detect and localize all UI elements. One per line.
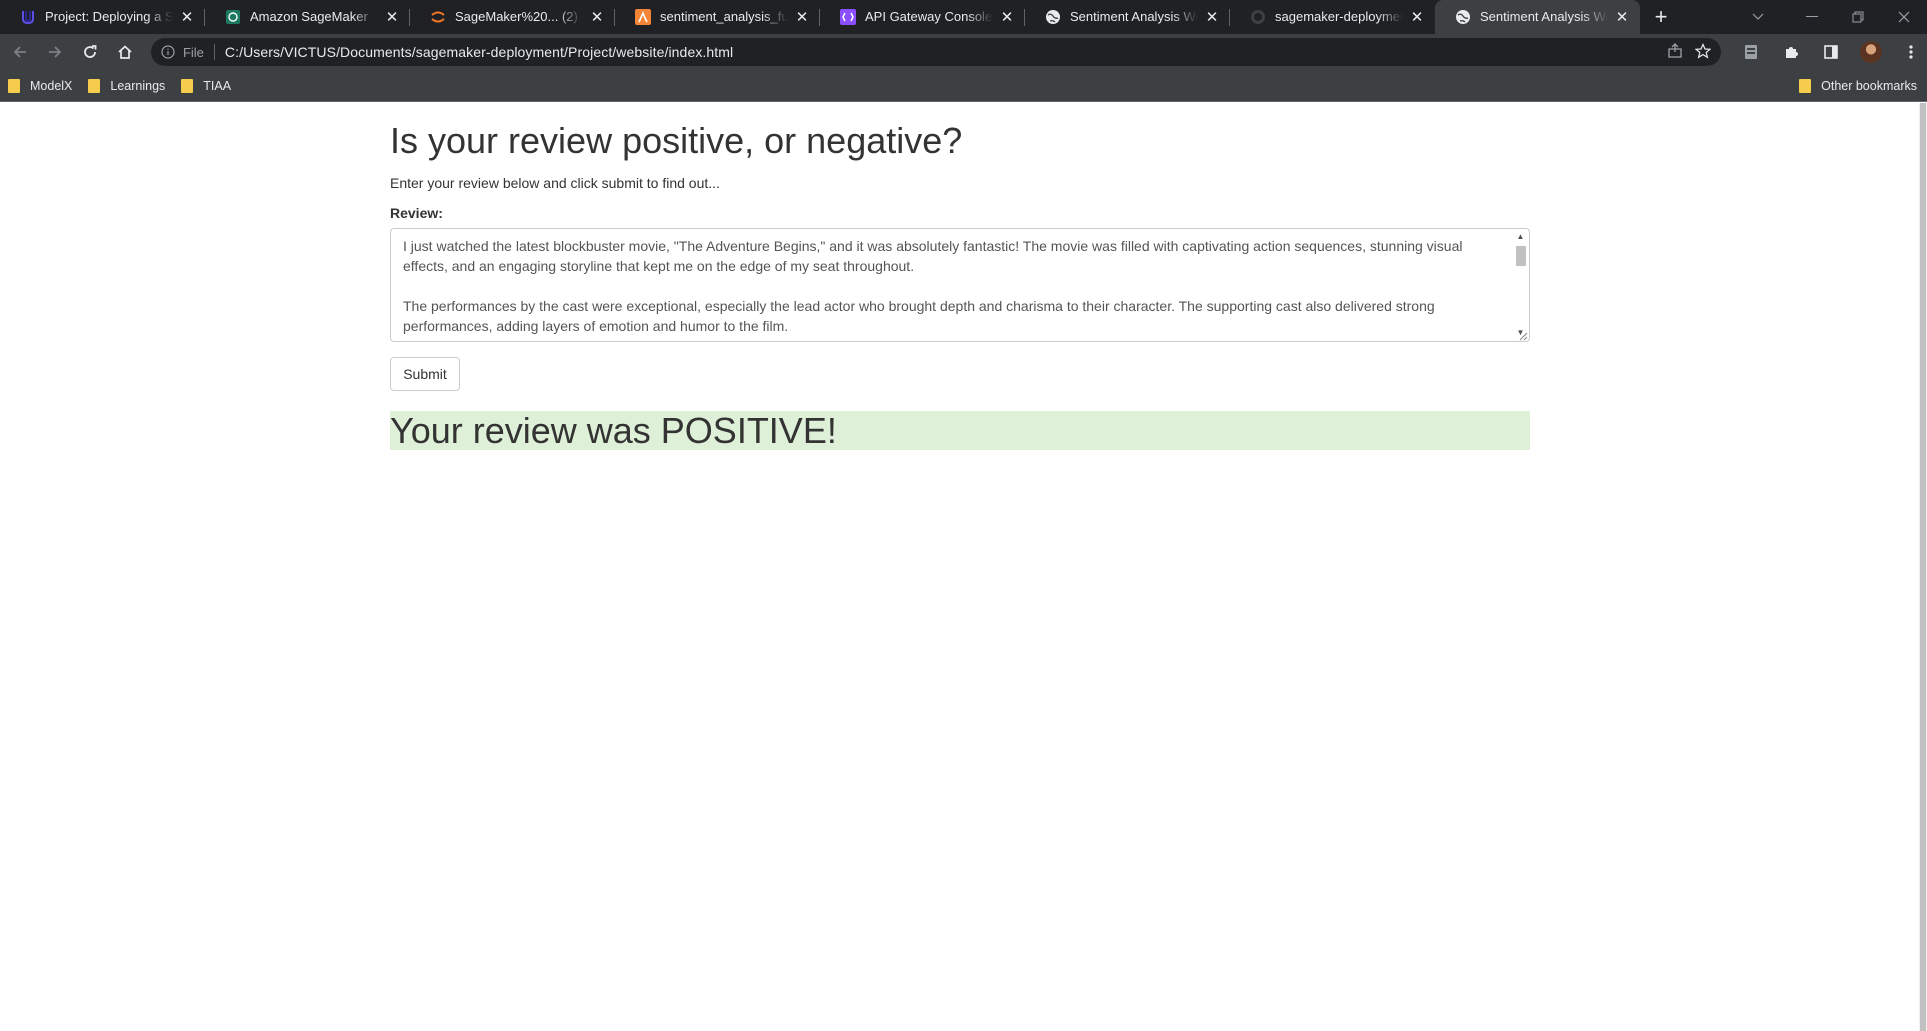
tab-udacity-project[interactable]: Project: Deploying a Sentim ✕	[0, 0, 205, 34]
close-icon[interactable]: ✕	[794, 9, 810, 26]
page-subtitle: Enter your review below and click submit…	[390, 175, 720, 191]
more-menu-icon[interactable]	[1895, 36, 1927, 68]
close-icon[interactable]: ✕	[1409, 9, 1425, 26]
tab-api-gateway[interactable]: API Gateway Console ✕	[820, 0, 1025, 34]
url-text[interactable]: C:/Users/VICTUS/Documents/sagemaker-depl…	[225, 44, 1667, 60]
divider	[213, 44, 215, 60]
forward-button[interactable]	[39, 36, 70, 68]
tab-sentiment-web-app-active[interactable]: Sentiment Analysis Web Ap ✕	[1435, 0, 1640, 34]
home-button[interactable]	[110, 36, 141, 68]
bookmarks-bar: ModelX Learnings TIAA Other bookmarks	[0, 70, 1927, 102]
bookmark-folder-modelx[interactable]: ModelX	[8, 78, 73, 93]
folder-icon	[88, 78, 101, 93]
site-info[interactable]: File	[161, 44, 223, 60]
info-icon	[161, 45, 175, 59]
puzzle-icon[interactable]	[1775, 36, 1807, 68]
globe-icon	[1455, 9, 1471, 25]
udacity-icon	[20, 9, 36, 25]
globe-icon	[1045, 9, 1061, 25]
tab-title: Sentiment Analysis Web Ap	[1480, 9, 1608, 24]
window-controls	[1735, 0, 1927, 34]
page-viewport: Is your review positive, or negative? En…	[0, 103, 1927, 1031]
close-icon[interactable]: ✕	[589, 9, 605, 26]
tab-github[interactable]: sagemaker-deployment/in ✕	[1230, 0, 1435, 34]
tab-title: Amazon SageMaker	[250, 9, 368, 24]
reload-button[interactable]	[74, 36, 105, 68]
folder-icon	[181, 78, 194, 93]
resize-handle-icon[interactable]	[1516, 328, 1528, 341]
bookmark-label: ModelX	[30, 78, 73, 93]
scrollbar-thumb[interactable]	[1516, 246, 1526, 266]
bookmark-label: TIAA	[203, 78, 232, 93]
share-icon[interactable]	[1667, 42, 1683, 62]
lambda-icon	[635, 9, 651, 25]
reload-icon	[84, 45, 97, 58]
side-panel-icon[interactable]	[1815, 36, 1847, 68]
github-icon	[1250, 9, 1266, 25]
review-textarea[interactable]: I just watched the latest blockbuster mo…	[390, 228, 1530, 342]
address-bar[interactable]: File C:/Users/VICTUS/Documents/sagemaker…	[150, 38, 1721, 66]
close-icon[interactable]: ✕	[1204, 9, 1220, 26]
chevron-down-icon[interactable]	[1735, 0, 1781, 34]
star-icon[interactable]	[1694, 42, 1712, 62]
result-banner: Your review was POSITIVE!	[390, 411, 1530, 450]
folder-icon	[8, 78, 20, 93]
profile-avatar[interactable]	[1855, 36, 1887, 68]
other-bookmarks-label: Other bookmarks	[1821, 79, 1917, 93]
close-icon[interactable]: ✕	[999, 9, 1015, 26]
avatar	[1860, 41, 1882, 63]
tab-title: API Gateway Console	[865, 9, 993, 24]
tab-title: sentiment_analysis_func - L	[660, 9, 788, 24]
new-tab-button[interactable]: +	[1644, 0, 1678, 34]
submit-button[interactable]: Submit	[390, 357, 460, 391]
sagemaker-icon	[225, 9, 241, 25]
tab-jupyter[interactable]: SageMaker%20... (2) - Jupy ✕	[410, 0, 615, 34]
extensions-area	[1731, 36, 1927, 68]
back-button[interactable]	[4, 36, 35, 68]
page-scrollbar-thumb[interactable]	[1920, 103, 1926, 1031]
close-icon[interactable]: ✕	[179, 9, 195, 26]
page-title: Is your review positive, or negative?	[390, 120, 963, 161]
close-icon[interactable]: ✕	[1614, 9, 1630, 26]
bookmark-folder-tiaa[interactable]: TIAA	[181, 78, 232, 93]
tab-lambda[interactable]: sentiment_analysis_func - L ✕	[615, 0, 820, 34]
review-paragraph: I just watched the latest blockbuster mo…	[403, 238, 1463, 274]
bookmark-folder-learnings[interactable]: Learnings	[88, 78, 166, 93]
textarea-scrollbar[interactable]: ▲ ▼	[1513, 230, 1528, 338]
tab-sentiment-web-app-1[interactable]: Sentiment Analysis Web Ap ✕	[1025, 0, 1230, 34]
review-paragraph: The performances by the cast were except…	[403, 298, 1435, 334]
page-scrollbar[interactable]	[1919, 103, 1927, 1031]
review-label: Review:	[390, 205, 443, 221]
arrow-right-icon	[48, 46, 62, 58]
review-text[interactable]: I just watched the latest blockbuster mo…	[403, 236, 1503, 341]
tab-title: SageMaker%20... (2) - Jupy	[455, 9, 583, 24]
tab-amazon-sagemaker[interactable]: Amazon SageMaker ✕	[205, 0, 410, 34]
restore-button[interactable]	[1835, 0, 1881, 34]
navigation-toolbar: File C:/Users/VICTUS/Documents/sagemaker…	[0, 34, 1927, 70]
tab-title: Sentiment Analysis Web Ap	[1070, 9, 1198, 24]
scroll-up-icon[interactable]: ▲	[1513, 230, 1528, 242]
folder-icon	[1799, 79, 1812, 93]
extension-icon[interactable]	[1735, 36, 1767, 68]
api-gateway-icon	[840, 9, 856, 25]
tab-strip: Project: Deploying a Sentim ✕ Amazon Sag…	[0, 0, 1927, 34]
home-icon	[118, 45, 132, 59]
other-bookmarks[interactable]: Other bookmarks	[1799, 79, 1917, 93]
arrow-left-icon	[13, 46, 26, 58]
tab-title: Project: Deploying a Sentim	[45, 9, 173, 24]
minimize-button[interactable]	[1789, 0, 1835, 34]
tab-title: sagemaker-deployment/in	[1275, 9, 1403, 24]
scheme-label: File	[182, 44, 204, 60]
jupyter-icon	[430, 9, 446, 25]
close-window-button[interactable]	[1881, 0, 1927, 34]
bookmark-label: Learnings	[110, 78, 166, 93]
close-icon[interactable]: ✕	[384, 9, 400, 26]
